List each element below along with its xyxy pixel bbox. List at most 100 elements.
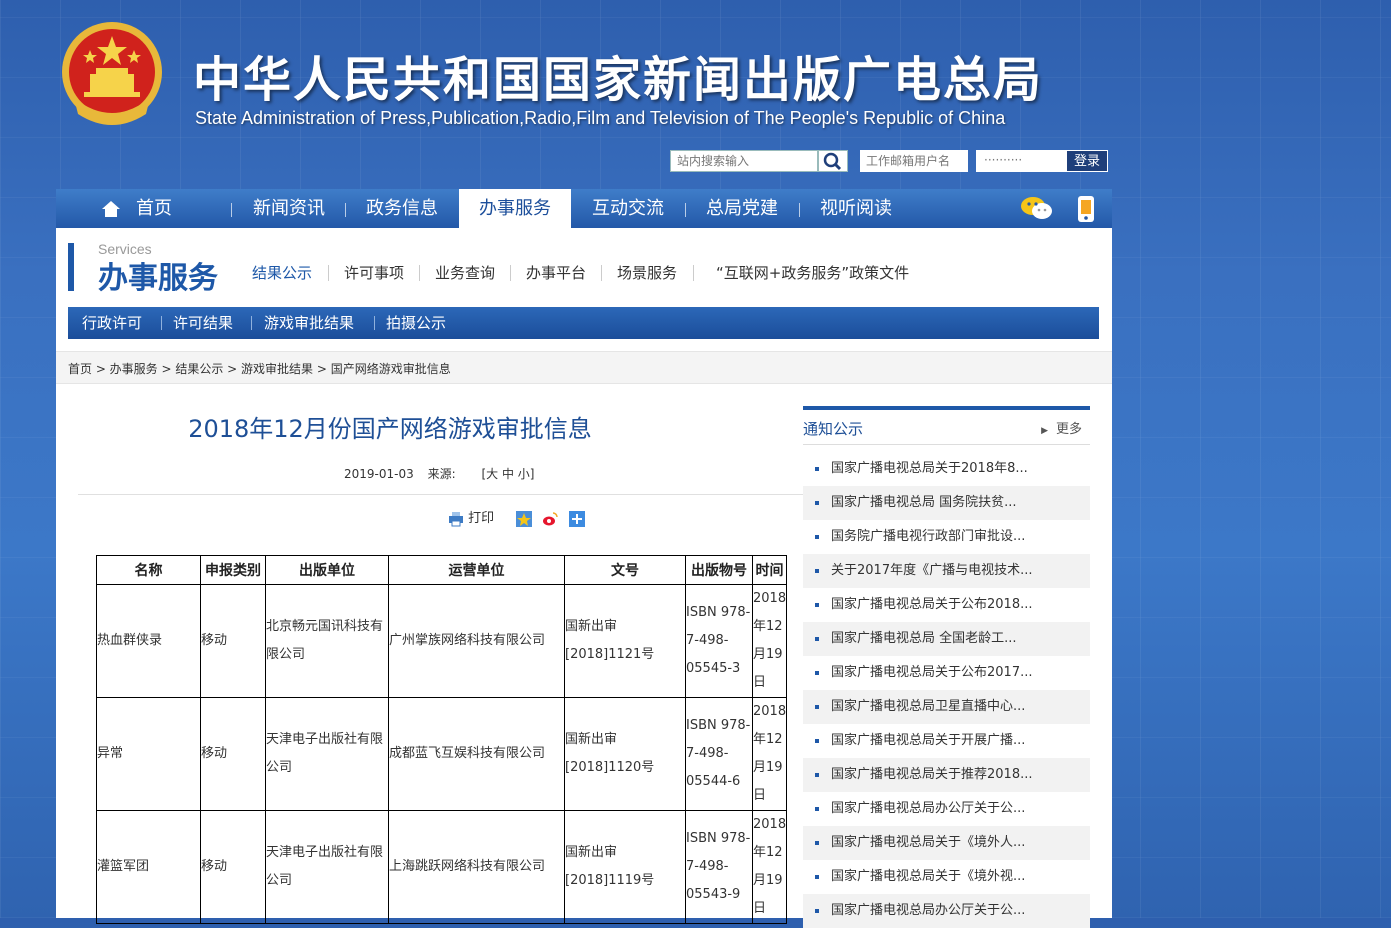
game-doc-number: 国新出审[2018]1120号	[564, 697, 686, 811]
section-accent-bar	[68, 243, 74, 291]
notice-item[interactable]: 国家广播电视总局关于开展广播...	[803, 724, 1090, 758]
game-doc-number: 国新出审[2018]1121号	[564, 584, 686, 698]
subnav-divider	[419, 265, 420, 281]
game-doc-number: 国新出审[2018]1119号	[564, 810, 686, 924]
site-title: 中华人民共和国国家新闻出版广电总局	[193, 52, 1044, 108]
column-header: 出版单位	[265, 555, 389, 585]
table-row: 灌篮军团 移动 天津电子出版社有限公司 上海跳跃网络科技有限公司 国新出审[20…	[96, 810, 788, 924]
divider	[803, 444, 1090, 445]
game-type: 移动	[200, 584, 266, 698]
table-row: 热血群侠录 移动 北京畅元国讯科技有限公司 广州掌族网络科技有限公司 国新出审[…	[96, 584, 788, 698]
sidebar-heading: 通知公示	[803, 420, 864, 438]
subnav-divider	[328, 265, 329, 281]
sidebar-accent-bar	[803, 406, 1090, 410]
site-subtitle: State Administration of Press,Publicatio…	[195, 108, 1006, 128]
notice-item[interactable]: 国家广播电视总局 全国老龄工...	[803, 622, 1090, 656]
subnav-licenses[interactable]: 许可事项	[344, 262, 404, 283]
notice-item[interactable]: 关于2017年度《广播与电视技术...	[803, 554, 1090, 588]
notice-item[interactable]: 国家广播电视总局关于公布2018...	[803, 588, 1090, 622]
notice-item[interactable]: 国家广播电视总局关于公布2017...	[803, 656, 1090, 690]
column-header: 运营单位	[388, 555, 565, 585]
game-name: 灌篮军团	[96, 810, 201, 924]
notice-item[interactable]: 国家广播电视总局卫星直播中心...	[803, 690, 1090, 724]
notice-item[interactable]: 国家广播电视总局关于《境外人...	[803, 826, 1090, 860]
game-publisher: 北京畅元国讯科技有限公司	[265, 584, 389, 698]
nav-media[interactable]: 视听阅读	[800, 189, 912, 228]
nav-news[interactable]: 新闻资讯	[234, 189, 344, 228]
notice-item[interactable]: 国务院广播电视行政部门审批设...	[803, 520, 1090, 554]
main-nav: 首页 新闻资讯 政务信息 办事服务 互动交流 总局党建 视听阅读	[56, 189, 1112, 228]
search-button[interactable]	[818, 150, 848, 172]
tab-divider	[251, 316, 252, 330]
subnav-divider	[601, 265, 602, 281]
share-toolbar: 打印	[448, 507, 585, 527]
subnav-platform[interactable]: 办事平台	[526, 262, 586, 283]
subnav-divider	[510, 265, 511, 281]
tab-divider	[374, 316, 375, 330]
game-type: 移动	[200, 810, 266, 924]
nav-interaction[interactable]: 互动交流	[572, 189, 684, 228]
printer-icon[interactable]	[448, 511, 464, 527]
game-date: 2018年12月19日	[751, 810, 788, 924]
game-name: 异常	[96, 697, 201, 811]
main-container: 首页 新闻资讯 政务信息 办事服务 互动交流 总局党建 视听阅读 Service…	[56, 189, 1112, 928]
game-operator: 广州掌族网络科技有限公司	[388, 584, 565, 698]
mobile-icon[interactable]	[1075, 195, 1097, 223]
subnav-policy[interactable]: “互联网+政务服务”政策文件	[716, 262, 909, 283]
username-input[interactable]: 工作邮箱用户名	[860, 150, 968, 172]
game-operator: 成都蓝飞互娱科技有限公司	[388, 697, 565, 811]
section-title: 办事服务	[98, 261, 218, 296]
game-type: 移动	[200, 697, 266, 811]
article-date: 2019-01-03	[344, 467, 414, 481]
game-name: 热血群侠录	[96, 584, 201, 698]
game-isbn: ISBN 978-7-498-05543-9	[685, 810, 753, 924]
more-label[interactable]: 更多	[1056, 422, 1082, 437]
service-tabs: 行政许可 许可结果 游戏审批结果 拍摄公示	[68, 307, 1099, 339]
game-approval-table: 名称 申报类别 出版单位 运营单位 文号 出版物号 时间 热血群侠录 移动 北京…	[96, 555, 788, 924]
notice-item[interactable]: 国家广播电视总局关于2018年8...	[803, 452, 1090, 486]
game-date: 2018年12月19日	[751, 697, 788, 811]
game-isbn: ISBN 978-7-498-05545-3	[685, 584, 753, 698]
notice-item[interactable]: 国家广播电视总局办公厅关于公...	[803, 792, 1090, 826]
article-source-label: 来源:	[427, 467, 456, 481]
game-publisher: 天津电子出版社有限公司	[265, 810, 389, 924]
notice-item[interactable]: 国家广播电视总局关于推荐2018...	[803, 758, 1090, 792]
login-button[interactable]: 登录	[1066, 150, 1108, 172]
breadcrumb: 首页 > 办事服务 > 结果公示 > 游戏审批结果 > 国产网络游戏审批信息	[56, 351, 1112, 384]
notice-item[interactable]: 国家广播电视总局关于《境外视...	[803, 860, 1090, 894]
notice-item[interactable]: 国家广播电视总局 国务院扶贫...	[803, 486, 1090, 520]
nav-home[interactable]: 首页	[124, 189, 184, 228]
tab-divider	[161, 316, 162, 330]
game-date: 2018年12月19日	[751, 584, 788, 698]
nav-services[interactable]: 办事服务	[459, 189, 571, 228]
password-input[interactable]: ··········	[976, 150, 1066, 172]
tab-license-results[interactable]: 许可结果	[173, 307, 233, 339]
print-label[interactable]: 打印	[468, 511, 494, 526]
search-input[interactable]: 站内搜索输入	[670, 150, 818, 172]
column-header: 申报类别	[200, 555, 266, 585]
more-share-icon[interactable]	[568, 510, 585, 527]
nav-government-info[interactable]: 政务信息	[346, 189, 458, 228]
divider	[78, 494, 804, 495]
tab-game-approval[interactable]: 游戏审批结果	[264, 307, 354, 339]
qzone-share-icon[interactable]	[516, 510, 533, 527]
more-link[interactable]: ▶ 更多	[1041, 418, 1082, 437]
subnav-query[interactable]: 业务查询	[435, 262, 495, 283]
column-header: 出版物号	[685, 555, 753, 585]
font-size-control[interactable]: [大 中 小]	[481, 467, 534, 481]
column-header: 名称	[96, 555, 201, 585]
subnav-scenes[interactable]: 场景服务	[617, 262, 677, 283]
nav-party[interactable]: 总局党建	[686, 189, 798, 228]
tab-admin-license[interactable]: 行政许可	[82, 307, 142, 339]
tab-filming[interactable]: 拍摄公示	[386, 307, 446, 339]
notice-item[interactable]: 国家广播电视总局办公厅关于公...	[803, 894, 1090, 928]
article-meta: 2019-01-03 来源: [大 中 小]	[344, 465, 534, 482]
table-row: 异常 移动 天津电子出版社有限公司 成都蓝飞互娱科技有限公司 国新出审[2018…	[96, 697, 788, 811]
breadcrumb-text[interactable]: 首页 > 办事服务 > 结果公示 > 游戏审批结果 > 国产网络游戏审批信息	[68, 360, 451, 377]
wechat-icon[interactable]	[1020, 195, 1054, 221]
game-isbn: ISBN 978-7-498-05544-6	[685, 697, 753, 811]
subnav-results[interactable]: 结果公示	[252, 262, 312, 283]
weibo-share-icon[interactable]	[542, 510, 559, 527]
national-emblem-icon	[62, 22, 162, 125]
game-operator: 上海跳跃网络科技有限公司	[388, 810, 565, 924]
